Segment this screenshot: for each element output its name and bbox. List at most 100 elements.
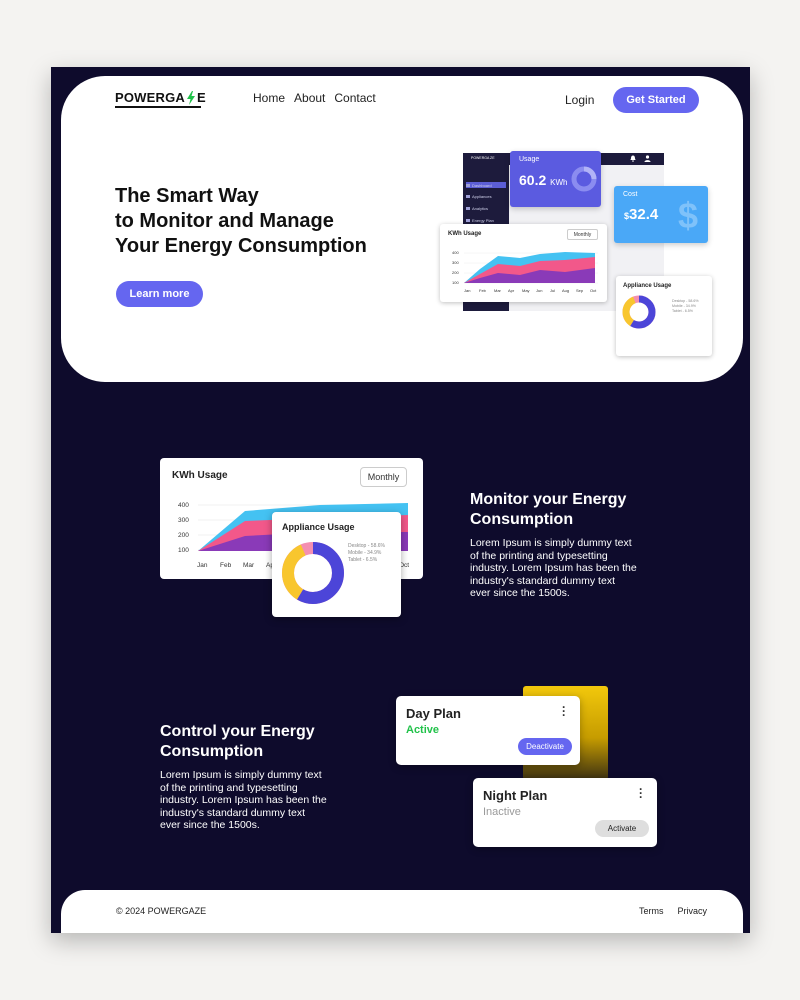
- logo-underline: [115, 106, 201, 108]
- control-text-line: Lorem Ipsum is simply dummy text: [160, 769, 322, 781]
- brand-logo[interactable]: POWERGA E: [115, 90, 206, 105]
- donut-gauge-icon: [571, 166, 597, 192]
- control-description: Lorem Ipsum is simply dummy text of the …: [160, 769, 350, 832]
- legend-item: Desktop - 58.6%: [348, 543, 385, 549]
- control-text-line: ever since the 1500s.: [160, 819, 260, 832]
- legend-item: Mobile - 34.9%: [348, 550, 382, 556]
- x-tick: Feb: [479, 288, 487, 293]
- appliance-card-title: Appliance Usage: [282, 522, 355, 532]
- sidebar-item-label: Appliances: [472, 194, 492, 199]
- sidebar-item-label: Energy Plan: [472, 218, 494, 223]
- monitor-title-line: Monitor your Energy: [470, 491, 627, 508]
- hero-title-line: to Monitor and Manage: [115, 210, 334, 232]
- dashboard-sidebar-item[interactable]: Analytics: [466, 206, 488, 211]
- monitor-title: Monitor your Energy Consumption: [470, 490, 626, 530]
- monitor-description: Lorem Ipsum is simply dummy text of the …: [470, 537, 660, 600]
- kebab-menu-icon[interactable]: · · ·: [639, 783, 643, 803]
- kebab-menu-icon[interactable]: · · ·: [562, 701, 566, 721]
- hero-title-line: Your Energy Consumption: [115, 235, 367, 257]
- usage-number: 60.2: [519, 172, 547, 188]
- user-icon: [644, 155, 651, 162]
- bell-icon: [630, 155, 636, 162]
- deactivate-button[interactable]: Deactivate: [518, 738, 572, 755]
- control-title: Control your Energy Consumption: [160, 722, 315, 762]
- monitor-text-line: industry. Lorem Ipsum has been the: [470, 562, 637, 575]
- cost-value: $32.4: [624, 206, 658, 224]
- control-text-line: industry's standard dummy text: [160, 806, 305, 819]
- control-text-line: of the printing and typesetting: [160, 781, 298, 794]
- main-nav: Home About Contact: [253, 91, 376, 105]
- login-link[interactable]: Login: [565, 93, 594, 107]
- get-started-button[interactable]: Get Started: [613, 87, 699, 113]
- usage-unit: KWh: [550, 178, 568, 187]
- x-tick: Jul: [550, 288, 555, 293]
- y-tick: 200: [178, 532, 189, 539]
- x-tick: May: [522, 288, 530, 293]
- legend-item: Tablet - 6.5%: [348, 557, 378, 563]
- monitor-text-line: of the printing and typesetting: [470, 549, 608, 562]
- x-tick: Jun: [536, 288, 542, 293]
- dollar-icon: $: [678, 195, 698, 236]
- day-plan-status: Active: [406, 724, 440, 736]
- control-title-line: Consumption: [160, 743, 264, 760]
- footer-links: Terms Privacy: [639, 906, 707, 916]
- x-tick: Oct: [590, 288, 597, 293]
- monitor-text-line: Lorem Ipsum is simply dummy text: [470, 537, 632, 549]
- terms-link[interactable]: Terms: [639, 906, 664, 916]
- control-text-line: industry. Lorem Ipsum has been the: [160, 794, 327, 807]
- usage-label: Usage: [519, 156, 540, 163]
- y-tick: 400: [452, 250, 459, 255]
- hero-title: The Smart Way to Monitor and Manage Your…: [115, 184, 367, 259]
- monitor-title-line: Consumption: [470, 511, 574, 528]
- night-plan-name: Night Plan: [483, 788, 548, 803]
- day-plan-name: Day Plan: [406, 706, 461, 721]
- usage-value: 60.2 KWh: [519, 172, 567, 188]
- day-plan-card: Day Plan Active · · · Deactivate: [396, 696, 580, 765]
- x-tick: Jan: [197, 562, 208, 569]
- copyright-text: © 2024 POWERGAZE: [116, 906, 207, 916]
- appliance-small-donut: [622, 295, 656, 329]
- dashboard-sidebar-brand: POWERGA ZE: [471, 156, 495, 160]
- appliance-small-title: Appliance Usage: [623, 283, 672, 289]
- x-tick: Aug: [562, 288, 569, 293]
- appliance-usage-card-small: Appliance Usage Desktop - 58.6% Mobile -…: [616, 276, 712, 356]
- cost-number: 32.4: [629, 206, 659, 223]
- privacy-link[interactable]: Privacy: [678, 906, 708, 916]
- nav-home[interactable]: Home: [253, 91, 285, 105]
- monitor-text-line: industry's standard dummy text: [470, 574, 615, 587]
- dashboard-sidebar-item[interactable]: Appliances: [466, 194, 492, 199]
- brand-name-left: POWERGA: [115, 90, 186, 105]
- x-tick: Jan: [464, 288, 470, 293]
- kwh-usage-card-small: KWh Usage Monthly 400 300 200 100 Jan Fe…: [440, 224, 607, 302]
- y-tick: 400: [178, 502, 189, 509]
- cost-label: Cost: [623, 191, 638, 198]
- page-background: POWERGA E Home About Contact Login Get S…: [51, 67, 750, 933]
- usage-card: Usage 60.2 KWh: [510, 151, 601, 207]
- y-tick: 300: [178, 517, 189, 524]
- cost-card: Cost $32.4 $: [614, 186, 708, 243]
- y-tick: 200: [452, 270, 459, 275]
- learn-more-button[interactable]: Learn more: [116, 281, 203, 307]
- dashboard-sidebar-item[interactable]: Energy Plan: [466, 218, 494, 223]
- hero-title-line: The Smart Way: [115, 185, 259, 207]
- x-tick: Mar: [494, 288, 502, 293]
- nav-about[interactable]: About: [294, 91, 325, 105]
- sidebar-item-label: Dashboard: [472, 182, 492, 188]
- dashboard-sidebar-item[interactable]: Dashboard: [466, 182, 506, 188]
- y-tick: 300: [452, 260, 459, 265]
- appliance-legend: Desktop - 58.6% Mobile - 34.9% Tablet - …: [348, 543, 385, 564]
- monitor-text-line: ever since the 1500s.: [470, 587, 570, 600]
- hero-section: POWERGA E Home About Contact Login Get S…: [61, 76, 743, 382]
- y-tick: 100: [452, 280, 459, 285]
- activate-button[interactable]: Activate: [595, 820, 649, 837]
- legend-item: Tablet - 6.5%: [672, 309, 693, 313]
- appliance-small-legend: Desktop - 58.6% Mobile - 34.9% Tablet - …: [672, 299, 699, 314]
- kwh-small-chart: 400 300 200 100 Jan Feb Mar Apr May Jun …: [452, 250, 598, 293]
- bolt-icon: [187, 90, 196, 105]
- x-tick: Apr: [508, 288, 515, 293]
- x-tick: Mar: [243, 562, 255, 569]
- svg-text:$: $: [678, 195, 698, 236]
- y-tick: 100: [178, 547, 189, 554]
- sidebar-item-label: Analytics: [472, 206, 489, 211]
- nav-contact[interactable]: Contact: [334, 91, 375, 105]
